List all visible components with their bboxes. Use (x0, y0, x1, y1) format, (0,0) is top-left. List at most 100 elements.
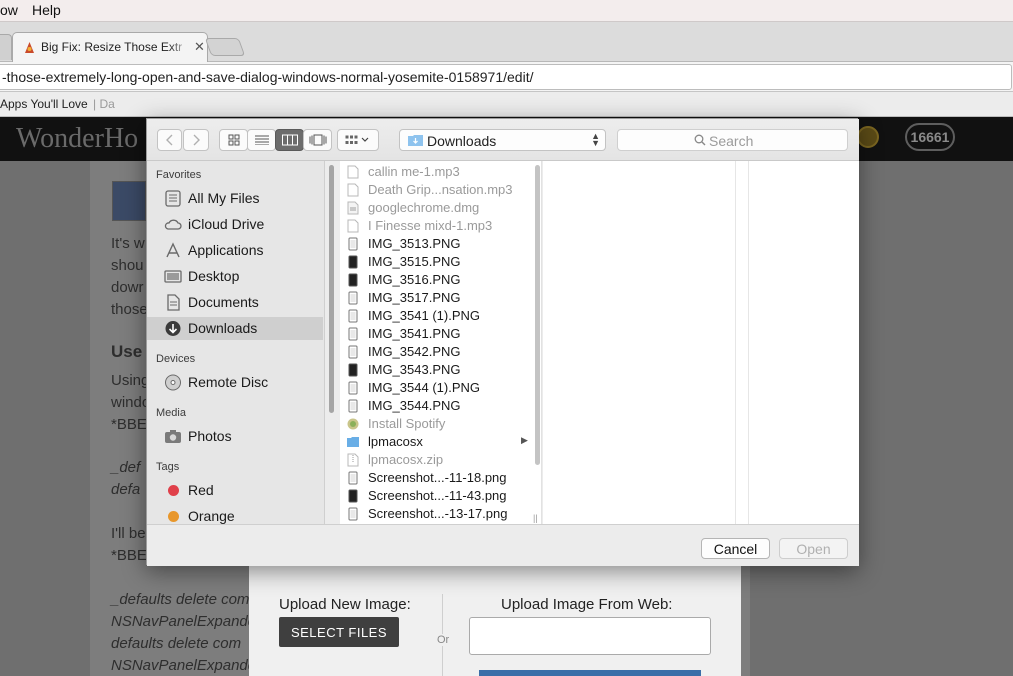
file-icon (347, 183, 359, 197)
sidebar-item-documents[interactable]: Documents (147, 291, 323, 314)
file-icon (348, 255, 358, 269)
arrange-button[interactable] (337, 129, 379, 151)
list-view-icon (254, 135, 269, 145)
folder-icon (347, 437, 359, 447)
dialog-footer: Cancel Open (147, 524, 859, 566)
dialog-sidebar: Favorites All My Files iCloud Drive Appl… (147, 161, 325, 524)
file-row[interactable]: lpmacosx.zip (340, 451, 540, 469)
file-row[interactable]: IMG_3515.PNG (340, 253, 540, 271)
file-row[interactable]: IMG_3542.PNG (340, 343, 540, 361)
file-row[interactable]: IMG_3541 (1).PNG (340, 307, 540, 325)
file-row[interactable]: googlechrome.dmg (340, 199, 540, 217)
file-icon (347, 165, 359, 179)
file-row[interactable]: I Finesse mixd-1.mp3 (340, 217, 540, 235)
cover-flow-button[interactable] (303, 129, 332, 151)
file-row[interactable]: IMG_3544 (1).PNG (340, 379, 540, 397)
file-row[interactable]: IMG_3513.PNG (340, 235, 540, 253)
article-code: NSNavPanelExpande (111, 613, 257, 630)
image-url-input[interactable] (469, 617, 711, 655)
sidebar-item-photos[interactable]: Photos (147, 425, 323, 448)
file-column-scrollbar[interactable] (535, 165, 540, 465)
file-icon (348, 237, 358, 251)
file-name: IMG_3517.PNG (368, 290, 461, 305)
sidebar-item-label: All My Files (188, 190, 260, 206)
forward-button[interactable] (183, 129, 209, 151)
bookmark-apps-youll-love[interactable]: Apps You'll Love (0, 97, 88, 111)
file-row[interactable]: IMG_3543.PNG (340, 361, 540, 379)
address-bar[interactable]: -those-extremely-long-open-and-save-dial… (0, 64, 1012, 90)
file-icon (348, 489, 358, 503)
sidebar-item-all-my-files[interactable]: All My Files (147, 187, 323, 210)
file-row[interactable]: IMG_3516.PNG (340, 271, 540, 289)
file-row[interactable]: Screenshot...-11-18.png (340, 469, 540, 487)
menu-item-window[interactable]: ow (0, 2, 18, 18)
tab-close-icon[interactable]: ✕ (194, 39, 205, 55)
app-icon (347, 418, 359, 430)
upload-submit-button[interactable] (479, 670, 701, 676)
new-tab-button[interactable] (204, 38, 246, 56)
sidebar-tag-red[interactable]: Red (147, 479, 323, 502)
file-row[interactable]: IMG_3517.PNG (340, 289, 540, 307)
back-button[interactable] (157, 129, 182, 151)
open-button[interactable]: Open (779, 538, 848, 559)
sidebar-tag-orange[interactable]: Orange (147, 505, 323, 524)
chevron-left-icon (165, 134, 172, 146)
file-icon (347, 453, 359, 467)
file-row[interactable]: Screenshot...-13-17.png (340, 505, 540, 523)
select-files-button[interactable]: SELECT FILES (279, 617, 399, 647)
cancel-button[interactable]: Cancel (701, 538, 770, 559)
article-text: windo (111, 394, 151, 411)
tab-previous[interactable] (0, 34, 12, 60)
article-text: It's w (111, 235, 145, 252)
site-logo[interactable]: WonderHo (16, 123, 138, 155)
sidebar-item-desktop[interactable]: Desktop (147, 265, 323, 288)
file-name: Screenshot...-11-43.png (368, 488, 507, 503)
icon-view-button[interactable] (219, 129, 248, 151)
file-name: IMG_3515.PNG (368, 254, 461, 269)
sidebar-item-label: Photos (188, 428, 232, 444)
file-name: Install Spotify (368, 416, 446, 431)
search-input[interactable] (709, 132, 839, 149)
file-name: callin me-1.mp3 (368, 164, 460, 179)
sidebar-item-label: Documents (188, 294, 259, 310)
icon-view-icon (228, 134, 239, 146)
devices-heading: Devices (156, 353, 196, 365)
file-row[interactable]: Screenshot...-11-43.png (340, 487, 540, 505)
sidebar-item-icloud-drive[interactable]: iCloud Drive (147, 213, 323, 236)
disclosure-chevron-icon: ▶ (521, 435, 528, 445)
file-name: IMG_3543.PNG (368, 362, 461, 377)
all-files-icon (165, 190, 181, 207)
file-name: lpmacosx (368, 434, 423, 449)
sidebar-item-remote-disc[interactable]: Remote Disc (147, 371, 323, 394)
documents-icon (167, 294, 180, 311)
arrange-icon (345, 135, 369, 144)
preview-column (543, 161, 859, 524)
search-field[interactable] (617, 129, 848, 151)
sidebar-item-applications[interactable]: Applications (147, 239, 323, 262)
column-resize-handle[interactable]: || (533, 513, 538, 523)
file-name: Screenshot...-13-17.png (368, 506, 508, 521)
column-view-button[interactable] (275, 129, 304, 151)
file-row[interactable]: lpmacosx ▶ (340, 433, 540, 451)
file-row[interactable]: IMG_3544.PNG (340, 397, 540, 415)
list-view-button[interactable] (247, 129, 276, 151)
tab-active[interactable]: Big Fix: Resize Those Extr ✕ (12, 32, 208, 62)
column-divider (735, 161, 736, 524)
file-icon (348, 507, 358, 521)
author-avatar (112, 181, 146, 221)
upload-image-panel: Upload New Image: SELECT FILES Or Upload… (249, 562, 741, 676)
sidebar-scrollbar[interactable] (329, 165, 334, 413)
disc-icon (165, 374, 181, 391)
file-icon (348, 309, 358, 323)
location-popup[interactable]: Downloads ▲ ▼ (399, 129, 606, 151)
file-row[interactable]: Install Spotify (340, 415, 540, 433)
chevron-right-icon (193, 134, 200, 146)
file-icon (348, 327, 358, 341)
menu-item-help[interactable]: Help (32, 2, 61, 18)
sidebar-item-downloads[interactable]: Downloads (147, 317, 323, 340)
file-row[interactable]: IMG_3541.PNG (340, 325, 540, 343)
file-icon (348, 345, 358, 359)
file-name: IMG_3513.PNG (368, 236, 461, 251)
file-row[interactable]: callin me-1.mp3 (340, 163, 540, 181)
file-row[interactable]: Death Grip...nsation.mp3 (340, 181, 540, 199)
